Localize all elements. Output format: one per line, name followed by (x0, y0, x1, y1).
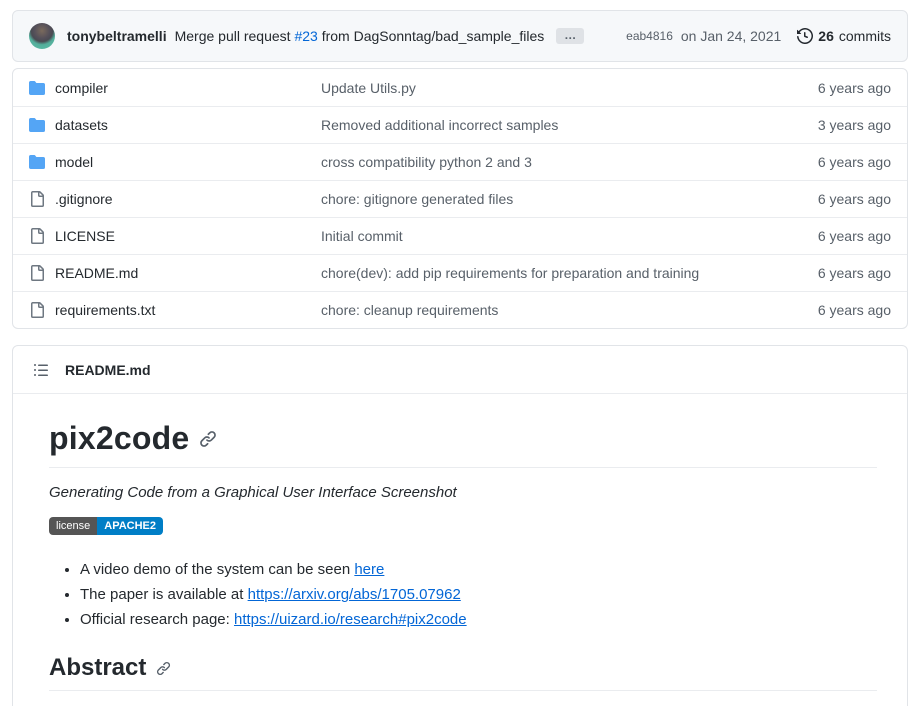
commit-age: 6 years ago (771, 302, 891, 318)
commit-message-link[interactable]: chore: cleanup requirements (321, 302, 498, 318)
list-item: Official research page: https://uizard.i… (80, 611, 877, 628)
readme-heading-1: pix2code (49, 420, 877, 468)
file-name-link[interactable]: compiler (55, 80, 108, 96)
paper-link[interactable]: https://arxiv.org/abs/1705.07962 (248, 586, 461, 603)
commit-sha-link[interactable]: eab4816 (626, 29, 673, 43)
readme-file-label: README.md (65, 362, 151, 378)
commit-message: Merge pull request #23 from DagSonntag/b… (175, 28, 545, 44)
commit-bar-right: eab4816 on Jan 24, 2021 26 commits (626, 28, 891, 44)
commit-message-expand-button[interactable]: … (556, 28, 584, 44)
table-row: datasets Removed additional incorrect sa… (13, 106, 907, 143)
file-icon (29, 265, 45, 281)
badge-value: APACHE2 (97, 517, 163, 535)
list-unordered-icon[interactable] (33, 362, 49, 378)
badge-label: license (49, 517, 97, 535)
research-page-link[interactable]: https://uizard.io/research#pix2code (234, 611, 467, 628)
commit-message-link[interactable]: chore(dev): add pip requirements for pre… (321, 265, 699, 281)
readme-header: README.md (13, 346, 907, 394)
file-name-link[interactable]: README.md (55, 265, 138, 281)
bullet-text: A video demo of the system can be seen (80, 561, 354, 578)
commit-author-link[interactable]: tonybeltramelli (67, 28, 167, 44)
commit-age: 6 years ago (771, 191, 891, 207)
anchor-link-icon[interactable] (199, 430, 217, 448)
table-row: .gitignore chore: gitignore generated fi… (13, 180, 907, 217)
file-table: compiler Update Utils.py 6 years ago dat… (12, 68, 908, 329)
commit-message-link[interactable]: chore: gitignore generated files (321, 191, 513, 207)
table-row: requirements.txt chore: cleanup requirem… (13, 291, 907, 328)
commits-label: commits (839, 28, 891, 44)
file-icon (29, 302, 45, 318)
avatar[interactable] (29, 23, 55, 49)
table-row: LICENSE Initial commit 6 years ago (13, 217, 907, 254)
file-name-link[interactable]: datasets (55, 117, 108, 133)
file-name-link[interactable]: model (55, 154, 93, 170)
file-icon (29, 228, 45, 244)
folder-icon (29, 80, 45, 96)
license-badge: license APACHE2 (49, 517, 163, 535)
commit-message-link[interactable]: Removed additional incorrect samples (321, 117, 558, 133)
commit-message-link[interactable]: Initial commit (321, 228, 403, 244)
pr-number-link[interactable]: #23 (294, 28, 317, 44)
commit-age: 6 years ago (771, 80, 891, 96)
table-row: model cross compatibility python 2 and 3… (13, 143, 907, 180)
commits-count: 26 (818, 28, 834, 44)
repo-page: tonybeltramelli Merge pull request #23 f… (0, 0, 920, 706)
commit-message-link[interactable]: Update Utils.py (321, 80, 416, 96)
folder-icon (29, 117, 45, 133)
commit-age: 3 years ago (771, 117, 891, 133)
commit-date: on Jan 24, 2021 (681, 28, 781, 44)
table-row: README.md chore(dev): add pip requiremen… (13, 254, 907, 291)
readme-heading-2: Abstract (49, 654, 877, 691)
section-title: Abstract (49, 654, 146, 682)
demo-link[interactable]: here (354, 561, 384, 578)
anchor-link-icon[interactable] (156, 661, 171, 676)
readme-subtitle: Generating Code from a Graphical User In… (49, 484, 877, 501)
commit-age: 6 years ago (771, 154, 891, 170)
commit-age: 6 years ago (771, 265, 891, 281)
readme-bullet-list: A video demo of the system can be seen h… (49, 561, 877, 628)
readme-body: pix2code Generating Code from a Graphica… (13, 394, 907, 706)
commit-message-post: from DagSonntag/bad_sample_files (322, 28, 545, 44)
list-item: A video demo of the system can be seen h… (80, 561, 877, 578)
table-row: compiler Update Utils.py 6 years ago (13, 69, 907, 106)
commit-age: 6 years ago (771, 228, 891, 244)
file-icon (29, 191, 45, 207)
file-name-link[interactable]: .gitignore (55, 191, 113, 207)
page-title: pix2code (49, 420, 189, 457)
list-item: The paper is available at https://arxiv.… (80, 586, 877, 603)
file-name-link[interactable]: LICENSE (55, 228, 115, 244)
readme-panel: README.md pix2code Generating Code from … (12, 345, 908, 706)
commit-message-pre: Merge pull request (175, 28, 291, 44)
bullet-text: Official research page: (80, 611, 234, 628)
bullet-text: The paper is available at (80, 586, 248, 603)
latest-commit-bar: tonybeltramelli Merge pull request #23 f… (12, 10, 908, 62)
commit-history-link[interactable]: 26 commits (797, 28, 891, 44)
folder-icon (29, 154, 45, 170)
history-icon (797, 28, 813, 44)
commit-message-link[interactable]: cross compatibility python 2 and 3 (321, 154, 532, 170)
file-name-link[interactable]: requirements.txt (55, 302, 155, 318)
